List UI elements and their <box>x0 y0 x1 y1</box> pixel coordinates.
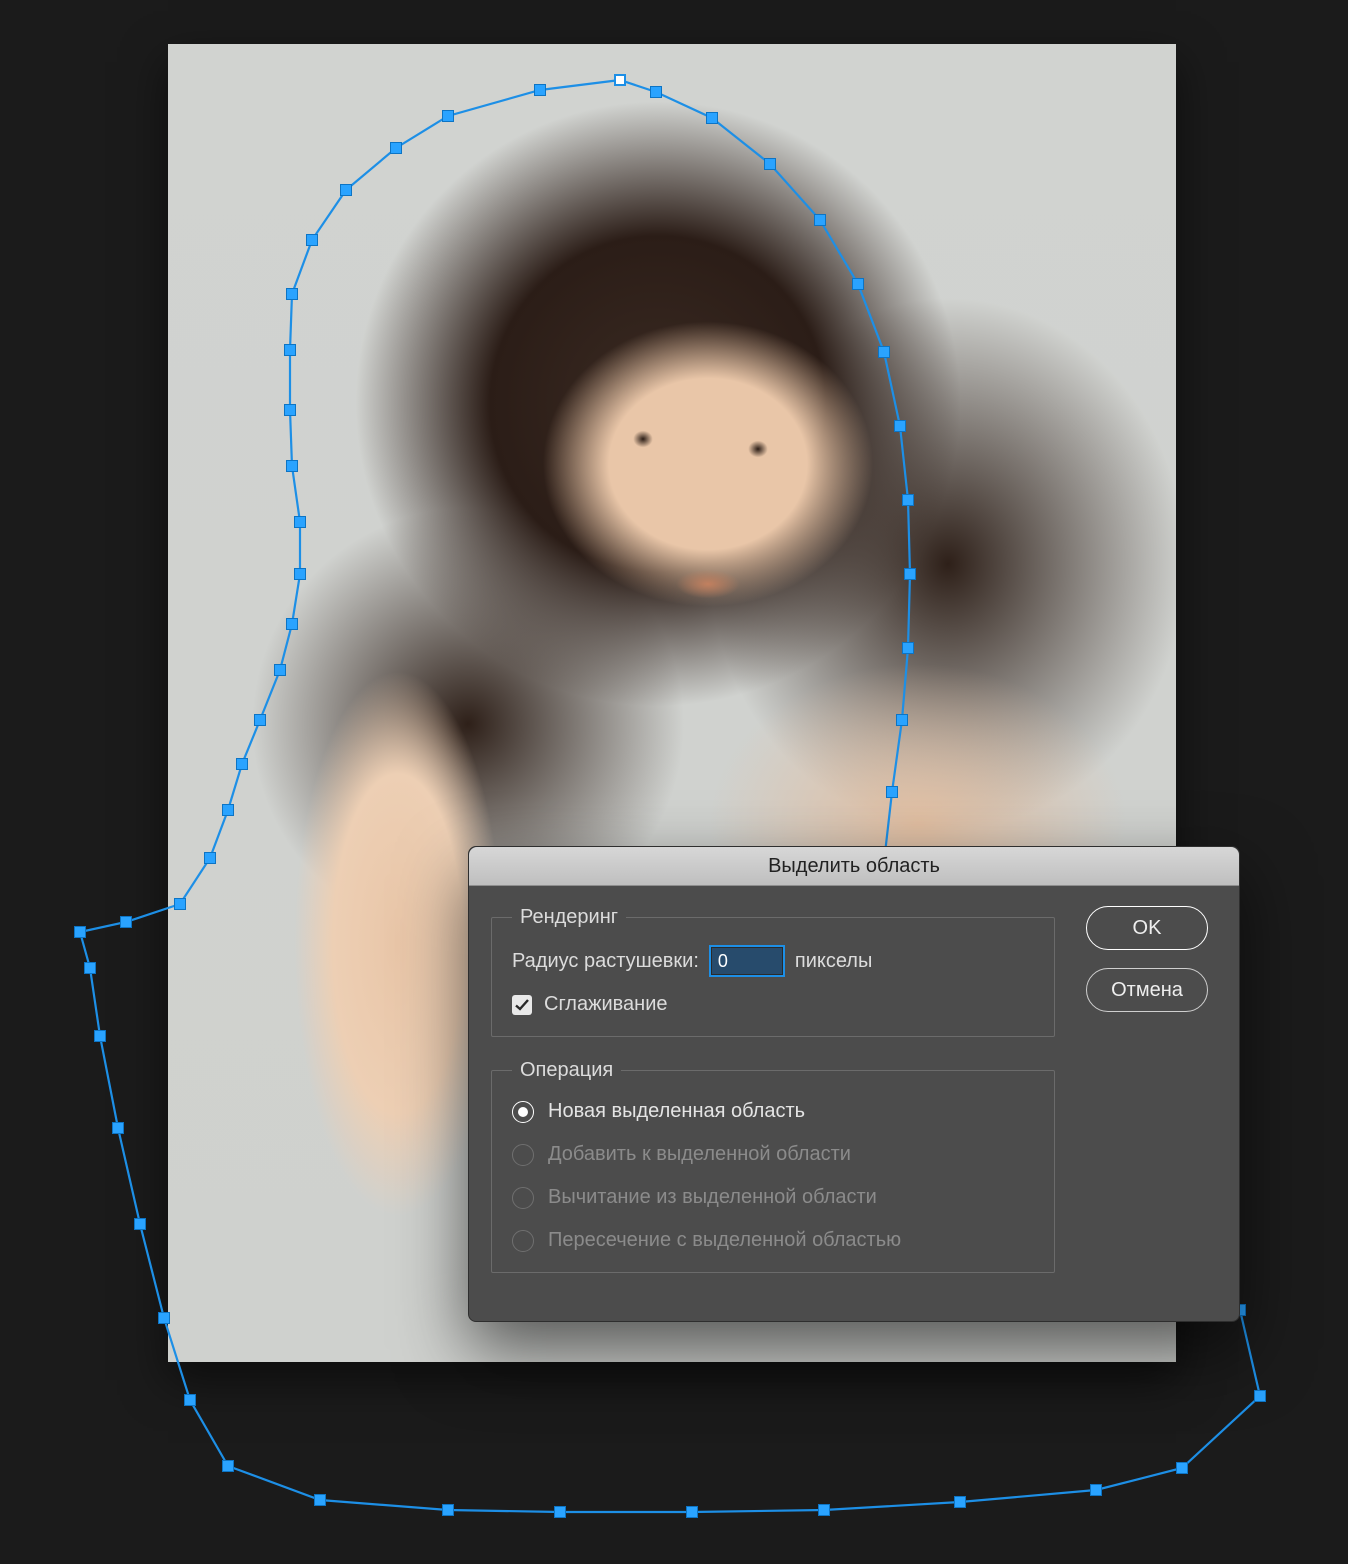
path-anchor[interactable] <box>1254 1390 1266 1402</box>
operation-group: Операция Новая выделенная область Добави… <box>491 1059 1055 1273</box>
radio-icon <box>512 1230 534 1252</box>
path-anchor[interactable] <box>554 1506 566 1518</box>
path-anchor[interactable] <box>1090 1484 1102 1496</box>
path-anchor[interactable] <box>852 278 864 290</box>
antialias-label: Сглаживание <box>544 993 668 1016</box>
path-anchor[interactable] <box>896 714 908 726</box>
path-anchor[interactable] <box>442 1504 454 1516</box>
path-anchor[interactable] <box>878 346 890 358</box>
editor-stage: Выделить область Рендеринг Радиус растуш… <box>0 0 1348 1564</box>
check-icon <box>514 997 530 1013</box>
path-anchor[interactable] <box>254 714 266 726</box>
path-anchor[interactable] <box>286 288 298 300</box>
path-anchor[interactable] <box>204 852 216 864</box>
path-anchor[interactable] <box>818 1504 830 1516</box>
path-anchor[interactable] <box>764 158 776 170</box>
path-anchor[interactable] <box>294 568 306 580</box>
operation-new[interactable]: Новая выделенная область <box>512 1100 1034 1123</box>
radio-icon <box>512 1187 534 1209</box>
operation-subtract: Вычитание из выделенной области <box>512 1186 1034 1209</box>
path-anchor[interactable] <box>340 184 352 196</box>
path-anchor[interactable] <box>904 568 916 580</box>
path-anchor[interactable] <box>174 898 186 910</box>
feather-label: Радиус растушевки: <box>512 950 699 973</box>
path-anchor[interactable] <box>112 1122 124 1134</box>
path-anchor[interactable] <box>236 758 248 770</box>
radio-icon <box>512 1144 534 1166</box>
path-anchor[interactable] <box>158 1312 170 1324</box>
rendering-legend: Рендеринг <box>512 906 626 929</box>
path-anchor[interactable] <box>286 460 298 472</box>
path-anchor[interactable] <box>184 1394 196 1406</box>
operation-new-label: Новая выделенная область <box>548 1100 805 1123</box>
antialias-checkbox[interactable] <box>512 995 532 1015</box>
path-anchor[interactable] <box>314 1494 326 1506</box>
path-anchor[interactable] <box>534 84 546 96</box>
dialog-title: Выделить область <box>469 847 1239 886</box>
operation-intersect: Пересечение с выделенной областью <box>512 1229 1034 1252</box>
path-anchor[interactable] <box>306 234 318 246</box>
path-anchor[interactable] <box>614 74 626 86</box>
rendering-group: Рендеринг Радиус растушевки: пикселы Сгл… <box>491 906 1055 1037</box>
feather-unit: пикселы <box>795 950 872 973</box>
path-anchor[interactable] <box>886 786 898 798</box>
path-anchor[interactable] <box>222 804 234 816</box>
path-anchor[interactable] <box>390 142 402 154</box>
path-anchor[interactable] <box>814 214 826 226</box>
operation-legend: Операция <box>512 1059 621 1082</box>
path-anchor[interactable] <box>954 1496 966 1508</box>
path-anchor[interactable] <box>134 1218 146 1230</box>
path-anchor[interactable] <box>686 1506 698 1518</box>
path-anchor[interactable] <box>284 344 296 356</box>
path-anchor[interactable] <box>706 112 718 124</box>
path-anchor[interactable] <box>902 494 914 506</box>
radio-icon <box>512 1101 534 1123</box>
path-anchor[interactable] <box>1176 1462 1188 1474</box>
path-anchor[interactable] <box>74 926 86 938</box>
path-anchor[interactable] <box>442 110 454 122</box>
path-anchor[interactable] <box>286 618 298 630</box>
path-anchor[interactable] <box>274 664 286 676</box>
operation-subtract-label: Вычитание из выделенной области <box>548 1186 877 1209</box>
operation-intersect-label: Пересечение с выделенной областью <box>548 1229 901 1252</box>
path-anchor[interactable] <box>84 962 96 974</box>
path-anchor[interactable] <box>222 1460 234 1472</box>
cancel-button[interactable]: Отмена <box>1086 968 1208 1012</box>
path-anchor[interactable] <box>894 420 906 432</box>
path-anchor[interactable] <box>120 916 132 928</box>
path-anchor[interactable] <box>94 1030 106 1042</box>
operation-add-label: Добавить к выделенной области <box>548 1143 851 1166</box>
feather-radius-input[interactable] <box>711 947 783 975</box>
ok-button[interactable]: OK <box>1086 906 1208 950</box>
path-anchor[interactable] <box>650 86 662 98</box>
path-anchor[interactable] <box>294 516 306 528</box>
operation-add: Добавить к выделенной области <box>512 1143 1034 1166</box>
path-anchor[interactable] <box>284 404 296 416</box>
make-selection-dialog: Выделить область Рендеринг Радиус растуш… <box>468 846 1240 1322</box>
path-anchor[interactable] <box>902 642 914 654</box>
